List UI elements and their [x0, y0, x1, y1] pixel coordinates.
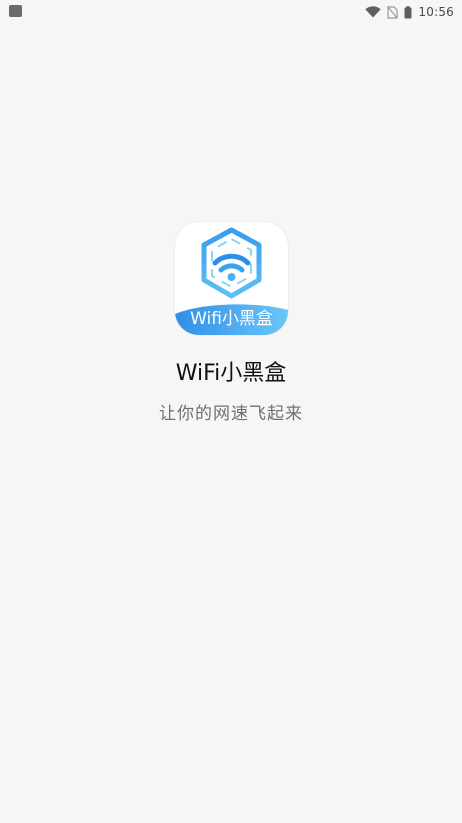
- app-logo: Wifi小黑盒: [175, 222, 288, 335]
- splash-screen: 10:56 Wifi小黑盒 WiFi小黑盒 让你的网速飞起来: [0, 0, 462, 823]
- app-name: WiFi小黑盒: [175, 361, 287, 386]
- status-icons: 10:56: [365, 3, 454, 21]
- battery-icon: [404, 5, 412, 19]
- status-time: 10:56: [418, 5, 454, 19]
- notification-icon: [9, 5, 22, 17]
- app-logo-text: Wifi小黑盒: [190, 309, 273, 329]
- no-sim-icon: [387, 5, 399, 19]
- wifi-icon: [365, 6, 382, 18]
- app-slogan: 让你的网速飞起来: [159, 404, 303, 424]
- status-bar: 10:56: [0, 0, 462, 24]
